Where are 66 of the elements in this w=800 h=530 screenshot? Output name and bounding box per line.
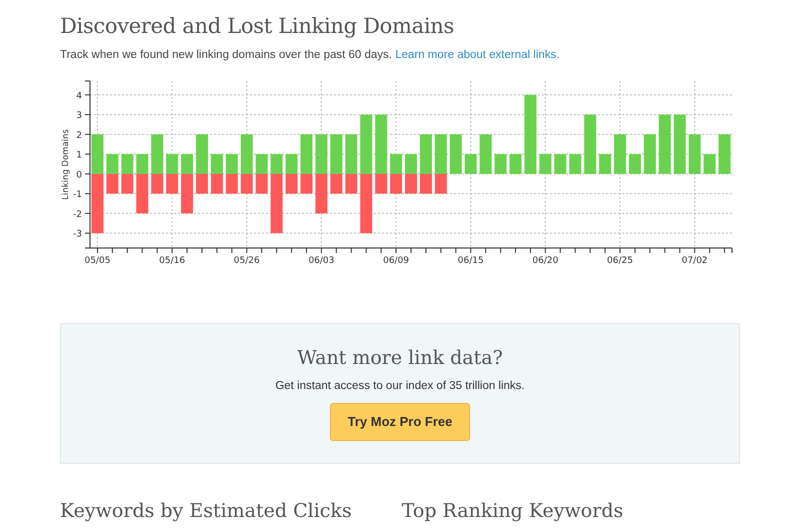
bar [106, 154, 118, 174]
bar [704, 154, 716, 174]
bar [614, 134, 626, 174]
x-tick-label: 05/16 [159, 256, 186, 266]
bar [405, 154, 417, 174]
bar [658, 115, 671, 174]
x-tick-label: 06/20 [532, 256, 558, 266]
bar [569, 154, 582, 174]
x-tick-label: 06/25 [607, 256, 633, 266]
x-tick-label: 06/15 [458, 256, 484, 266]
x-tick-label: 05/05 [84, 256, 110, 266]
try-button[interactable]: Try Moz Pro Free [330, 403, 470, 441]
bar [315, 134, 328, 174]
bar [166, 174, 178, 194]
section-description: Track when we found new linking domains over the past 60 days. Learn more about external links. [60, 48, 560, 64]
y-tick-label: 2 [76, 131, 82, 142]
bar [599, 154, 612, 174]
promo-text: Get instant access to our index of 35 trillion links. [275, 378, 525, 394]
section-heading: Keywords by Estimated Clicks [60, 500, 352, 524]
promo-title: Want more link data? [297, 347, 503, 370]
bar [121, 154, 134, 174]
bar [405, 174, 417, 194]
bar [390, 174, 402, 194]
bar [539, 154, 552, 174]
bar [450, 134, 462, 174]
bar [226, 174, 238, 194]
bar [256, 154, 268, 174]
bar [286, 174, 298, 194]
bar [480, 134, 492, 174]
bar [584, 115, 596, 174]
bar [644, 134, 656, 174]
bar [510, 154, 522, 174]
bar [210, 154, 223, 174]
bar [315, 174, 328, 214]
y-tick-label: 3 [76, 112, 82, 122]
x-tick-label: 05/26 [234, 256, 260, 266]
bar [674, 115, 686, 174]
bar [718, 134, 731, 174]
bar [628, 154, 641, 174]
y-tick-label: -3 [73, 230, 82, 240]
y-axis-label: Linking Domains [61, 130, 71, 200]
y-tick-label: 1 [76, 151, 82, 162]
bar [554, 154, 566, 174]
bar [210, 174, 223, 194]
y-tick-label: -1 [73, 190, 82, 201]
bar [360, 174, 372, 234]
bar [494, 154, 507, 174]
x-tick-label: 06/03 [308, 256, 334, 266]
y-tick-label: 4 [76, 92, 82, 102]
bar [390, 154, 402, 174]
bar [226, 154, 238, 174]
y-tick-label: 0 [76, 170, 82, 181]
x-tick-label: 07/02 [682, 256, 708, 266]
bar [360, 115, 372, 174]
bar [256, 174, 268, 194]
bar [106, 174, 118, 194]
bar [464, 154, 477, 174]
bar [688, 134, 701, 174]
bar [286, 154, 298, 174]
bar [121, 174, 134, 194]
x-tick-label: 06/09 [383, 256, 410, 266]
bar [166, 154, 178, 174]
section-heading: Top Ranking Keywords [402, 500, 624, 524]
section-title: Discovered and Lost Linking Domains [60, 14, 455, 40]
learn-more-link[interactable]: Learn more about external links. [395, 49, 560, 62]
y-tick-label: -2 [73, 210, 82, 220]
